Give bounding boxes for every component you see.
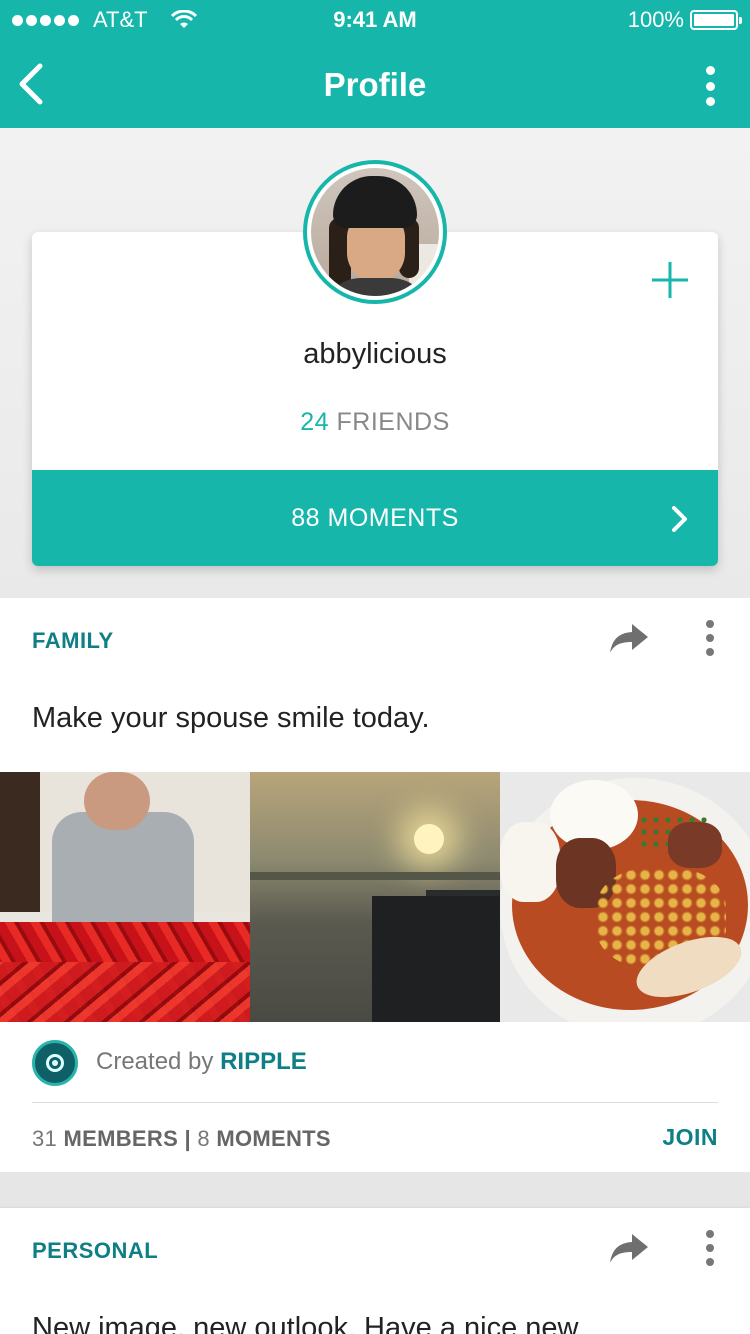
- share-icon[interactable]: [608, 620, 650, 656]
- card-gap: [0, 1172, 750, 1208]
- moments-stat-label: MOMENTS: [216, 1126, 331, 1151]
- post-photo[interactable]: [250, 772, 500, 1022]
- post-text: New image, new outlook. Have a nice new: [32, 1312, 579, 1334]
- post-photo-strip: [0, 772, 750, 1022]
- post-photo[interactable]: [0, 772, 250, 1022]
- creator-name: RIPPLE: [220, 1048, 307, 1075]
- page-title: Profile: [323, 66, 427, 103]
- post-creator[interactable]: Created by RIPPLE: [32, 1038, 718, 1102]
- status-bar: AT&T 9:41 AM 100%: [0, 0, 750, 40]
- avatar-photo: [311, 168, 439, 296]
- post-text: Make your spouse smile today.: [32, 702, 430, 734]
- members-count: 31: [32, 1126, 58, 1151]
- moments-label: 88 MOMENTS: [291, 504, 459, 532]
- friends-number: 24: [300, 408, 330, 436]
- moments-button[interactable]: 88 MOMENTS: [32, 470, 718, 566]
- status-right: 100%: [627, 0, 742, 40]
- post-category[interactable]: PERSONAL: [32, 1238, 158, 1264]
- post-category[interactable]: FAMILY: [32, 628, 114, 654]
- battery-icon: [690, 10, 742, 30]
- more-vert-icon[interactable]: [704, 620, 716, 656]
- moments-count: 8: [197, 1126, 210, 1151]
- divider: [32, 1102, 718, 1103]
- created-by-label: Created by: [96, 1048, 214, 1075]
- battery-percent: 100%: [627, 7, 684, 32]
- stats-separator: |: [184, 1126, 191, 1151]
- friends-count[interactable]: 24 FRIENDS: [32, 408, 718, 437]
- add-friend-button[interactable]: [650, 260, 690, 300]
- profile-username: abbylicious: [303, 338, 447, 370]
- join-button[interactable]: JOIN: [662, 1124, 718, 1151]
- app-header: AT&T 9:41 AM 100% Profile: [0, 0, 750, 128]
- post-photo[interactable]: [500, 772, 750, 1022]
- members-label: MEMBERS: [63, 1126, 179, 1151]
- more-vert-icon[interactable]: [698, 66, 722, 106]
- creator-line: Created by RIPPLE: [96, 1048, 307, 1076]
- avatar[interactable]: [303, 160, 447, 304]
- share-icon[interactable]: [608, 1230, 650, 1266]
- friends-label: FRIENDS: [336, 408, 450, 436]
- post-stats: 31 MEMBERS | 8 MOMENTS: [32, 1126, 331, 1152]
- chevron-right-icon: [672, 506, 687, 532]
- ripple-logo-icon: [32, 1040, 78, 1086]
- nav-bar: Profile: [0, 40, 750, 128]
- post-card: FAMILY Make your spouse smile today. Cre…: [0, 598, 750, 1172]
- more-vert-icon[interactable]: [704, 1230, 716, 1266]
- post-card: PERSONAL New image, new outlook. Have a …: [0, 1208, 750, 1334]
